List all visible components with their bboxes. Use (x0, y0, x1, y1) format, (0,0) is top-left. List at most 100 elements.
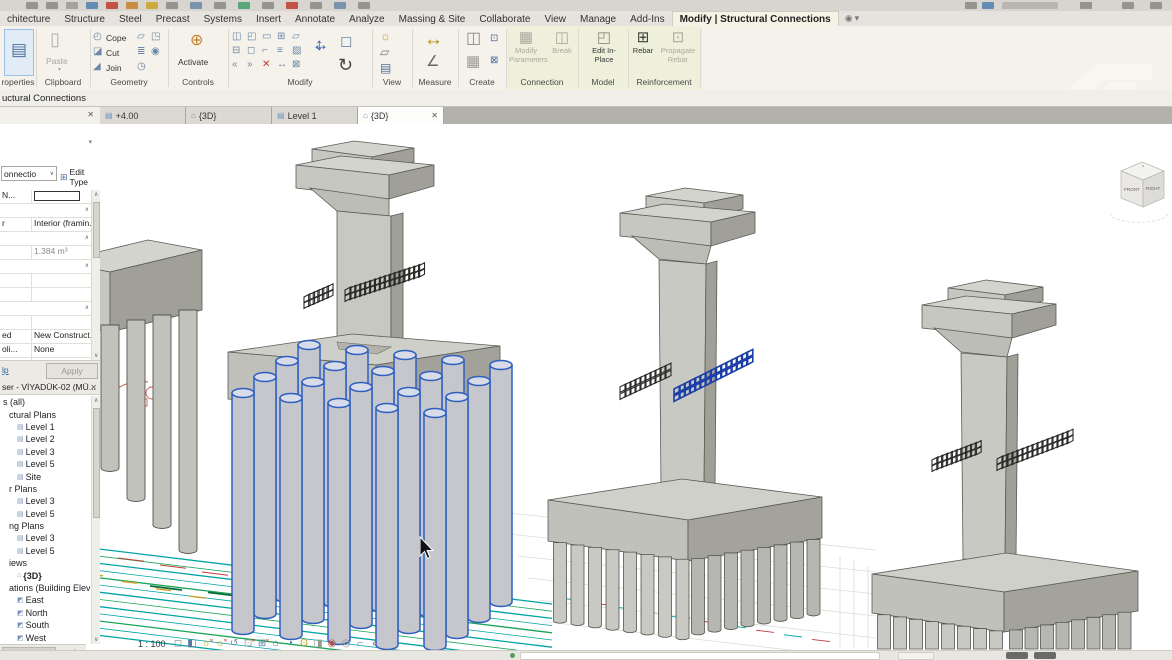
modify-tool-icon[interactable]: ≡ (277, 46, 283, 56)
visual-style-icon[interactable]: ◧ (187, 638, 198, 649)
view-tab-plan[interactable]: ▤ +4.00 (100, 107, 186, 124)
qat-icon[interactable] (965, 2, 977, 9)
close-icon[interactable]: ✕ (90, 383, 97, 392)
modify-tool-icon[interactable]: ◻ (247, 46, 255, 56)
geometry-icon-c[interactable]: ≣ (137, 47, 145, 57)
edit-in-place-button[interactable]: ◰ Edit In-Place (583, 29, 625, 65)
collapse-chevron-icon[interactable]: ∧ (85, 262, 89, 269)
qat-icon[interactable] (146, 2, 158, 9)
browser-item[interactable]: ◩East (0, 594, 90, 606)
collapse-chevron-icon[interactable]: ∧ (85, 234, 89, 241)
view-tab-3d-a[interactable]: ⌂ {3D} (186, 107, 272, 124)
browser-item[interactable]: ng Plans (0, 520, 90, 532)
geometry-icon-e[interactable]: ◷ (137, 62, 146, 72)
property-row[interactable] (0, 316, 91, 330)
status-box[interactable] (898, 652, 934, 660)
browser-item[interactable]: ▤Level 2 (0, 433, 90, 445)
close-icon[interactable]: ✕ (87, 110, 94, 119)
value-input[interactable] (34, 191, 80, 201)
browser-item[interactable]: ▤Level 5 (0, 545, 90, 557)
tab-precast[interactable]: Precast (149, 11, 197, 26)
help-link[interactable]: lp (2, 365, 9, 375)
modify-tool-icon[interactable]: ⊠ (292, 60, 300, 70)
temporary-hide-isolate-icon[interactable]: ◔ (285, 638, 296, 649)
modify-tool-icon[interactable]: ◫ (232, 32, 241, 42)
selected-piles[interactable] (232, 341, 512, 651)
qat-icon[interactable] (262, 2, 274, 9)
detail-level-icon[interactable]: ◻ (173, 638, 184, 649)
qat-icon[interactable] (1080, 2, 1092, 9)
scale-button[interactable]: 1 : 100 (138, 639, 166, 649)
type-selector[interactable]: onnectio ∨ (1, 166, 57, 181)
browser-item[interactable]: iews (0, 557, 90, 569)
property-group-row[interactable]: ∧ (0, 260, 91, 274)
tab-steel[interactable]: Steel (112, 11, 149, 26)
browser-item[interactable]: ▤Level 1 (0, 421, 90, 433)
modify-tool-icon[interactable]: ▨ (292, 46, 301, 56)
propagate-rebar-button[interactable]: ⊡ Propagate Rebar (658, 29, 698, 65)
browser-item[interactable]: ▤Level 3 (0, 446, 90, 458)
qat-icon[interactable] (46, 2, 58, 9)
sun-path-icon[interactable]: ☼✕ (201, 638, 212, 649)
reveal-hidden-elements-icon[interactable]: ʘ (299, 638, 310, 649)
qat-icon[interactable] (166, 2, 178, 9)
qat-icon[interactable] (1150, 2, 1162, 9)
ribbon-panel-toggle[interactable]: ◉ ▾ (839, 11, 865, 26)
property-group-row[interactable]: ∧ (0, 204, 91, 218)
geometry-icon-b[interactable]: ◳ (151, 32, 160, 42)
qat-icon[interactable] (334, 2, 346, 9)
geometry-icon-a[interactable]: ▱ (137, 32, 145, 42)
create-similar-icon[interactable]: ⊡ (490, 34, 498, 44)
status-field[interactable] (520, 652, 880, 660)
scroll-hint-icon[interactable]: ▾ (88, 138, 92, 146)
view-tab-3d-active[interactable]: ⌂ {3D} ✕ (358, 107, 444, 124)
cut-icon[interactable]: ◪ (93, 47, 102, 57)
join-icon[interactable]: ◢ (93, 62, 101, 72)
activate-button[interactable]: Activate (178, 57, 208, 67)
break-button[interactable]: ◫ Break (548, 29, 576, 56)
rotate-icon[interactable]: ↻ (338, 56, 353, 74)
modify-tool-icon[interactable]: ⊞ (277, 32, 285, 42)
shadows-icon[interactable]: ☼✕ (215, 638, 226, 649)
collapse-icon[interactable]: ‹ (369, 638, 380, 649)
linework-icon[interactable]: ▱ (380, 46, 389, 58)
unlocked-3d-view-icon[interactable]: ⌂ (271, 638, 282, 649)
join-button[interactable]: Join (106, 63, 122, 73)
create-solid-icon[interactable]: ▦ (466, 54, 480, 69)
status-toggle[interactable] (1006, 652, 1028, 659)
lasso-icon[interactable]: ◻ (340, 34, 352, 49)
delete-icon[interactable]: ✕ (262, 60, 270, 70)
tab-annotate[interactable]: Annotate (288, 11, 342, 26)
qat-icon[interactable] (214, 2, 226, 9)
project-browser-header[interactable]: ser - VİYADÜK-02 (MÜ... ✕ (0, 380, 100, 395)
tab-modify-structural-connections[interactable]: Modify | Structural Connections (672, 11, 839, 26)
qat-icon[interactable] (66, 2, 78, 9)
qat-icon[interactable] (1002, 2, 1058, 9)
tab-structure[interactable]: Structure (57, 11, 112, 26)
qat-icon[interactable] (358, 2, 370, 9)
far-left-pier[interactable] (100, 240, 202, 554)
modify-tool-icon[interactable]: ▭ (262, 32, 271, 42)
property-row[interactable]: r Interior (framin... (0, 218, 91, 232)
tab-add-ins[interactable]: Add-Ins (623, 11, 671, 26)
qat-icon[interactable] (106, 2, 118, 9)
property-group-row[interactable]: ∧ (0, 302, 91, 316)
qat-icon[interactable] (126, 2, 138, 9)
tab-insert[interactable]: Insert (249, 11, 288, 26)
rendering-dialog-icon[interactable]: ↺ (229, 638, 240, 649)
tab-collaborate[interactable]: Collaborate (472, 11, 537, 26)
cutaway-icon[interactable]: ▤ (380, 62, 391, 74)
browser-item[interactable]: s (all) (0, 396, 90, 408)
modify-tool-icon[interactable]: ⌐ (262, 46, 268, 56)
modify-tool-icon[interactable]: » (247, 60, 253, 70)
lightbulb-icon[interactable]: ☼ (380, 30, 391, 42)
highlight-displacement-icon[interactable]: ◎ (341, 638, 352, 649)
qat-icon[interactable] (310, 2, 322, 9)
analytical-model-icon[interactable]: ◉ (327, 638, 338, 649)
collapse-chevron-icon[interactable]: ∧ (85, 304, 89, 311)
property-row[interactable]: 1.384 m³ (0, 246, 91, 260)
scroll-up-icon[interactable]: ∧ (94, 397, 98, 404)
property-group-row[interactable]: ∧ (0, 232, 91, 246)
reveal-constraints-icon[interactable]: ⌐ (355, 638, 366, 649)
scroll-up-icon[interactable]: ∧ (94, 191, 98, 198)
